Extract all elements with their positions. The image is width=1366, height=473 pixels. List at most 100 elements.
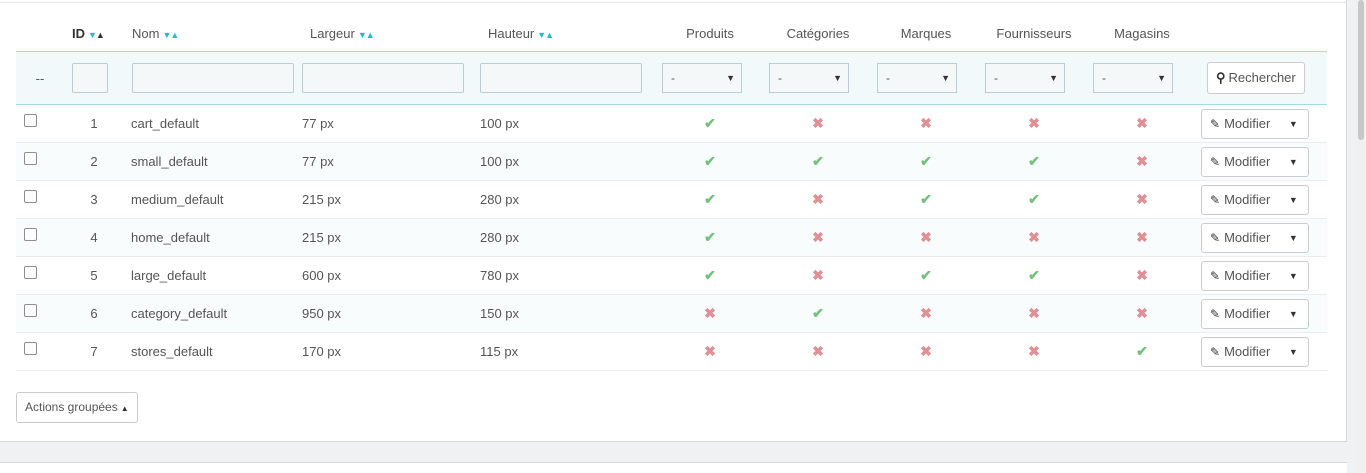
row-actions-dropdown[interactable]: ▼ bbox=[1278, 110, 1308, 138]
row-suppliers-status[interactable]: ✖ bbox=[980, 104, 1088, 143]
edit-button[interactable]: ✎ Modifier bbox=[1202, 262, 1278, 290]
row-width: 170 px bbox=[302, 332, 480, 371]
scrollbar-thumb[interactable] bbox=[1358, 0, 1364, 140]
row-brands-status[interactable]: ✔ bbox=[872, 256, 980, 295]
row-actions-dropdown[interactable]: ▼ bbox=[1278, 148, 1308, 176]
row-products-status[interactable]: ✔ bbox=[656, 142, 764, 181]
row-categories-status[interactable]: ✖ bbox=[764, 180, 872, 219]
row-products-status[interactable]: ✖ bbox=[656, 332, 764, 371]
row-categories-status[interactable]: ✖ bbox=[764, 104, 872, 143]
width-filter-input[interactable] bbox=[302, 63, 464, 93]
categories-filter-select[interactable]: - ▼ bbox=[769, 63, 849, 93]
header-width[interactable]: Largeur ▼▲ bbox=[302, 16, 480, 52]
brands-filter-select[interactable]: - ▼ bbox=[877, 63, 957, 93]
row-products-status[interactable]: ✖ bbox=[656, 294, 764, 333]
row-checkbox[interactable] bbox=[24, 342, 37, 355]
row-products-status[interactable]: ✔ bbox=[656, 180, 764, 219]
height-filter-input[interactable] bbox=[480, 63, 642, 93]
row-stores-status[interactable]: ✖ bbox=[1088, 256, 1196, 295]
row-brands-status[interactable]: ✖ bbox=[872, 104, 980, 143]
row-categories-status[interactable]: ✖ bbox=[764, 332, 872, 371]
row-checkbox[interactable] bbox=[24, 190, 37, 203]
row-brands-status[interactable]: ✖ bbox=[872, 332, 980, 371]
cross-icon: ✖ bbox=[1136, 191, 1148, 207]
edit-button[interactable]: ✎ Modifier bbox=[1202, 338, 1278, 366]
cross-icon: ✖ bbox=[812, 267, 824, 283]
row-categories-status[interactable]: ✔ bbox=[764, 142, 872, 181]
row-stores-status[interactable]: ✖ bbox=[1088, 142, 1196, 181]
row-brands-status[interactable]: ✔ bbox=[872, 142, 980, 181]
row-suppliers-status[interactable]: ✖ bbox=[980, 218, 1088, 257]
sort-id-icon[interactable]: ▼▲ bbox=[88, 30, 105, 40]
bulk-actions-button[interactable]: Actions groupées ▲ bbox=[16, 392, 138, 423]
edit-button[interactable]: ✎ Modifier bbox=[1202, 110, 1278, 138]
row-products-status[interactable]: ✔ bbox=[656, 218, 764, 257]
pencil-icon: ✎ bbox=[1210, 344, 1221, 359]
row-products-status[interactable]: ✔ bbox=[656, 256, 764, 295]
header-id-label: ID bbox=[72, 26, 85, 41]
row-checkbox[interactable] bbox=[24, 114, 37, 127]
row-checkbox[interactable] bbox=[24, 152, 37, 165]
sort-width-icon[interactable]: ▼▲ bbox=[358, 30, 375, 40]
row-suppliers-status[interactable]: ✔ bbox=[980, 180, 1088, 219]
row-checkbox[interactable] bbox=[24, 304, 37, 317]
cross-icon: ✖ bbox=[920, 343, 932, 359]
row-actions-dropdown[interactable]: ▼ bbox=[1278, 224, 1308, 252]
stores-filter-select[interactable]: - ▼ bbox=[1093, 63, 1173, 93]
name-filter-input[interactable] bbox=[132, 63, 294, 93]
row-categories-status[interactable]: ✔ bbox=[764, 294, 872, 333]
pencil-icon: ✎ bbox=[1210, 154, 1221, 169]
row-action-group: ✎ Modifier ▼ bbox=[1201, 298, 1310, 329]
edit-button[interactable]: ✎ Modifier bbox=[1202, 186, 1278, 214]
suppliers-filter-select[interactable]: - ▼ bbox=[985, 63, 1065, 93]
row-brands-status[interactable]: ✔ bbox=[872, 180, 980, 219]
sort-name-icon[interactable]: ▼▲ bbox=[162, 30, 179, 40]
row-brands-status[interactable]: ✖ bbox=[872, 294, 980, 333]
header-height[interactable]: Hauteur ▼▲ bbox=[480, 16, 656, 52]
row-suppliers-status[interactable]: ✖ bbox=[980, 332, 1088, 371]
cross-icon: ✖ bbox=[920, 229, 932, 245]
edit-button[interactable]: ✎ Modifier bbox=[1202, 148, 1278, 176]
id-filter-input[interactable] bbox=[72, 63, 108, 93]
row-suppliers-status[interactable]: ✔ bbox=[980, 256, 1088, 295]
row-products-status[interactable]: ✔ bbox=[656, 104, 764, 143]
search-button[interactable]: ⚲ Rechercher bbox=[1207, 62, 1305, 94]
row-suppliers-status[interactable]: ✔ bbox=[980, 142, 1088, 181]
products-filter-select[interactable]: - ▼ bbox=[662, 63, 742, 93]
row-actions-dropdown[interactable]: ▼ bbox=[1278, 262, 1308, 290]
row-suppliers-status[interactable]: ✖ bbox=[980, 294, 1088, 333]
row-checkbox[interactable] bbox=[24, 266, 37, 279]
row-name: stores_default bbox=[124, 332, 302, 371]
header-name-label: Nom bbox=[132, 26, 160, 41]
header-name[interactable]: Nom ▼▲ bbox=[124, 16, 302, 52]
row-categories-status[interactable]: ✖ bbox=[764, 218, 872, 257]
row-actions-dropdown[interactable]: ▼ bbox=[1278, 300, 1308, 328]
row-stores-status[interactable]: ✔ bbox=[1088, 332, 1196, 371]
filter-select-all[interactable]: -- bbox=[16, 51, 64, 105]
cross-icon: ✖ bbox=[1136, 153, 1148, 169]
page-scrollbar[interactable] bbox=[1356, 0, 1366, 472]
edit-button[interactable]: ✎ Modifier bbox=[1202, 300, 1278, 328]
caret-down-icon: ▼ bbox=[1288, 308, 1298, 319]
row-brands-status[interactable]: ✖ bbox=[872, 218, 980, 257]
row-stores-status[interactable]: ✖ bbox=[1088, 294, 1196, 333]
check-icon: ✔ bbox=[1028, 267, 1040, 283]
row-stores-status[interactable]: ✖ bbox=[1088, 180, 1196, 219]
row-stores-status[interactable]: ✖ bbox=[1088, 104, 1196, 143]
panel-top-divider bbox=[0, 2, 1347, 3]
table-row: 7 stores_default 170 px 115 px ✖ ✖ ✖ ✖ ✔ ✎ Modifie… bbox=[16, 332, 1327, 371]
row-stores-status[interactable]: ✖ bbox=[1088, 218, 1196, 257]
sort-height-icon[interactable]: ▼▲ bbox=[537, 30, 554, 40]
row-actions-dropdown[interactable]: ▼ bbox=[1278, 338, 1308, 366]
row-categories-status[interactable]: ✖ bbox=[764, 256, 872, 295]
header-id[interactable]: ID ▼▲ bbox=[64, 16, 124, 52]
row-checkbox-cell bbox=[16, 294, 64, 333]
cross-icon: ✖ bbox=[1136, 305, 1148, 321]
row-action-group: ✎ Modifier ▼ bbox=[1201, 222, 1310, 253]
search-icon: ⚲ bbox=[1216, 70, 1226, 85]
header-stores: Magasins bbox=[1114, 26, 1170, 41]
edit-button[interactable]: ✎ Modifier bbox=[1202, 224, 1278, 252]
row-checkbox[interactable] bbox=[24, 228, 37, 241]
row-actions-dropdown[interactable]: ▼ bbox=[1278, 186, 1308, 214]
header-suppliers: Fournisseurs bbox=[996, 26, 1072, 41]
